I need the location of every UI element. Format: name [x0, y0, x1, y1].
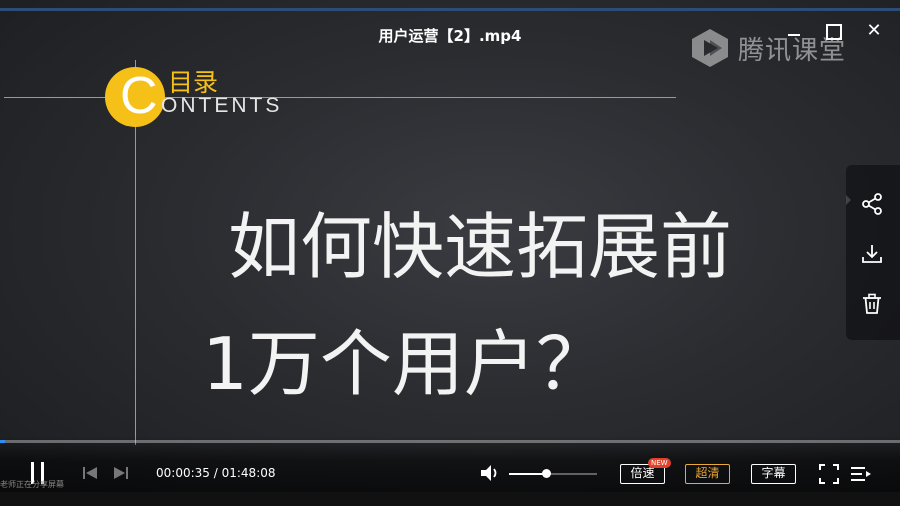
next-icon[interactable] — [113, 466, 129, 480]
playback-time: 00:00:35 / 01:48:08 — [156, 466, 276, 480]
window-top-border — [0, 8, 900, 11]
maximize-button[interactable] — [823, 20, 845, 42]
total-duration: 01:48:08 — [221, 466, 276, 480]
screen-share-notice: 老师正在分享屏幕 — [0, 480, 64, 489]
contents-letter: C — [120, 67, 158, 125]
side-action-panel — [846, 165, 900, 340]
fullscreen-icon[interactable] — [819, 464, 839, 484]
progress-bar-fill — [0, 440, 5, 443]
share-icon[interactable] — [860, 192, 884, 216]
download-icon[interactable] — [860, 242, 884, 266]
quality-button[interactable]: 超清 — [685, 464, 730, 484]
close-button[interactable]: ✕ — [863, 20, 885, 42]
bottom-strip — [0, 492, 900, 506]
subtitles-button[interactable]: 字幕 — [751, 464, 796, 484]
video-frame[interactable]: C 目录 ONTENTS 如何快速拓展前 1万个用户？ — [0, 0, 900, 506]
volume-icon[interactable] — [479, 463, 501, 483]
minimize-button[interactable] — [784, 20, 806, 42]
volume-slider-knob[interactable] — [541, 469, 551, 478]
time-separator: / — [213, 466, 218, 480]
volume-slider-fill — [509, 473, 546, 475]
previous-icon[interactable] — [82, 466, 98, 480]
playlist-icon[interactable] — [850, 465, 872, 483]
contents-title-en: ONTENTS — [161, 94, 283, 117]
progress-bar[interactable] — [0, 440, 900, 443]
volume-slider[interactable] — [509, 469, 597, 478]
new-badge: NEW — [648, 458, 671, 468]
slide-headline-line-1: 如何快速拓展前 — [227, 205, 732, 289]
slide-headline-line-2: 1万个用户？ — [202, 322, 608, 406]
delete-icon[interactable] — [860, 292, 884, 316]
current-time: 00:00:35 — [156, 466, 210, 480]
tencent-classroom-logo-icon — [692, 29, 728, 67]
